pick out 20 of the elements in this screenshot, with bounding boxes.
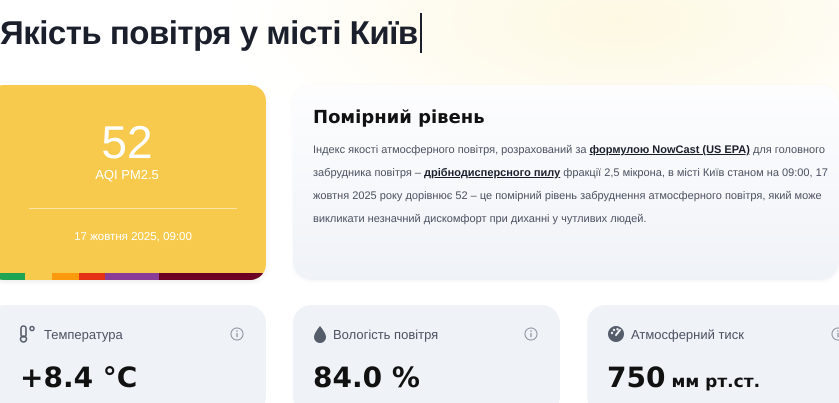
text-link[interactable]: дрібнодисперсного пилу (424, 167, 560, 179)
text-cursor (420, 13, 422, 53)
water-drop-icon (313, 325, 327, 343)
info-icon[interactable] (230, 327, 244, 341)
metric-label: Вологість повітря (333, 326, 438, 342)
metric-value: 84.0 % (313, 361, 421, 394)
info-icon[interactable] (524, 327, 538, 341)
text-link[interactable]: формулою NowCast (US EPA) (590, 144, 750, 156)
aqi-label: AQI PM2.5 (95, 167, 159, 182)
metric-value: 750 мм рт.ст. (607, 361, 762, 394)
aqi-value: 52 (101, 119, 153, 165)
metric-value: +8.4 °C (19, 361, 138, 394)
description-text: Індекс якості атмосферного повітря, розрахований за формулою NowCast (US EPA) для головного забрудника повітря – дрібнодисперсного пилу фракції 2,5 мікрона, в місті Київ станом на 09:00, 17 жовтня 2025 року дорівнює 52 – це помірний рівень забруднення атмосферного повітря, який може викликати незначний дискомфорт при диханні у чутливих людей. (313, 143, 829, 227)
metric-label: Температура (44, 326, 123, 342)
timestamp: 17 жовтня 2025, 09:00 (74, 231, 192, 243)
metric-unit: мм рт.ст. (671, 372, 760, 392)
level-heading: Помірний рівень (313, 107, 486, 128)
metric-label: Атмосферний тиск (631, 326, 744, 342)
page-title: Якість повітря у місті Київ (0, 14, 418, 52)
gauge-icon (607, 325, 625, 343)
